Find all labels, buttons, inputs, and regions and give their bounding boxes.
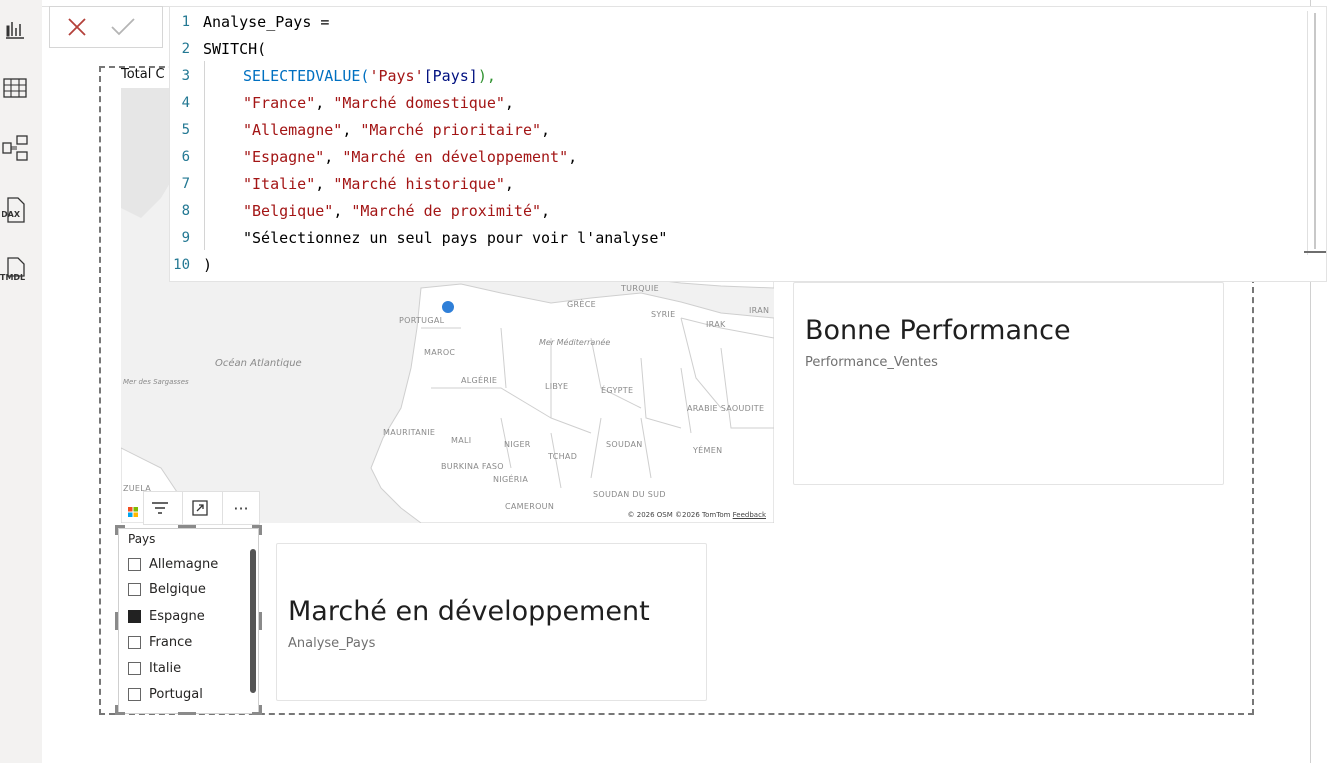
pays-slicer[interactable]: Pays Allemagne Belgique Espagne France I…: [118, 528, 259, 714]
resize-handle[interactable]: [178, 525, 196, 528]
microsoft-logo-icon: [128, 507, 138, 517]
country-label: MAROC: [424, 348, 456, 357]
checkbox[interactable]: [128, 661, 141, 675]
country-label: IRAN: [749, 306, 770, 315]
slicer-item-allemagne[interactable]: Allemagne: [128, 553, 218, 575]
map-bubble-espagne[interactable]: [441, 300, 455, 314]
code-line: 9 "Sélectionnez un seul pays pour voir l…: [181, 229, 668, 247]
country-label: TURQUIE: [621, 284, 659, 293]
country-label: SOUDAN DU SUD: [593, 490, 666, 499]
slicer-item-portugal[interactable]: Portugal: [128, 683, 203, 705]
country-label: MAURITANIE: [383, 428, 436, 437]
resize-handle[interactable]: [259, 612, 262, 630]
view-rail: DAX TMDL: [0, 0, 42, 763]
country-label: YÉMEN: [693, 446, 723, 455]
slicer-title: Pays: [128, 532, 156, 546]
card-performance[interactable]: Bonne Performance Performance_Ventes: [793, 282, 1224, 485]
code-line: 10 ): [173, 256, 213, 274]
country-label: MALI: [451, 436, 472, 445]
commit-formula-button[interactable]: [108, 13, 138, 41]
country-label: SYRIE: [651, 310, 676, 319]
code-line: 8 "Belgique", "Marché de proximité",: [181, 202, 551, 220]
checkbox[interactable]: [128, 557, 141, 571]
country-label: BURKINA FASO: [441, 462, 504, 471]
slicer-scrollbar[interactable]: [250, 549, 256, 693]
ocean-label: Océan Atlantique: [215, 358, 302, 369]
card-value: Bonne Performance: [805, 315, 1071, 346]
feedback-link[interactable]: Feedback: [733, 511, 766, 519]
svg-text:DAX: DAX: [2, 210, 21, 219]
country-label: GRÈCE: [567, 300, 596, 309]
close-icon: [68, 18, 86, 36]
resize-handle[interactable]: [178, 712, 196, 715]
report-view-icon[interactable]: [0, 14, 30, 44]
table-view-icon[interactable]: [0, 73, 30, 103]
country-label: CAMEROUN: [505, 502, 555, 511]
country-label: ALGÉRIE: [461, 376, 498, 385]
resize-handle[interactable]: [115, 525, 118, 535]
mediterranean-label: Mer Méditerranée: [539, 338, 611, 347]
code-line: 5 "Allemagne", "Marché prioritaire",: [181, 121, 551, 139]
slicer-item-france[interactable]: France: [128, 631, 192, 653]
code-line: 2 SWITCH(: [181, 40, 267, 58]
resize-handle[interactable]: [115, 612, 118, 630]
code-line: 6 "Espagne", "Marché en développement",: [181, 148, 578, 166]
checkbox[interactable]: [128, 582, 141, 596]
svg-text:TMDL: TMDL: [0, 273, 25, 282]
resize-handle[interactable]: [259, 525, 262, 535]
card-value: Marché en développement: [288, 596, 650, 627]
slicer-item-belgique[interactable]: Belgique: [128, 578, 206, 600]
country-label: ARABIE SAOUDITE: [687, 404, 765, 413]
dax-query-view-icon[interactable]: DAX: [0, 195, 30, 225]
check-icon: [111, 18, 135, 36]
filter-icon[interactable]: [144, 492, 176, 524]
country-label: PORTUGAL: [399, 316, 445, 325]
slicer-item-espagne[interactable]: Espagne: [128, 605, 205, 627]
more-options-button[interactable]: ···: [225, 492, 257, 524]
slicer-item-italie[interactable]: Italie: [128, 657, 181, 679]
cancel-formula-button[interactable]: [62, 13, 92, 41]
formula-actions: [49, 6, 163, 48]
country-label: NIGER: [504, 440, 531, 449]
card-analyse-pays[interactable]: Marché en développement Analyse_Pays: [276, 543, 707, 701]
code-line: 1 Analyse_Pays =: [181, 13, 330, 31]
resize-handle[interactable]: [259, 705, 262, 715]
editor-resize-grip[interactable]: [1304, 251, 1326, 253]
checkbox[interactable]: [128, 687, 141, 701]
sargasso-label: Mer des Sargasses: [123, 378, 189, 386]
card-caption: Analyse_Pays: [288, 636, 376, 651]
country-label: TCHAD: [548, 452, 578, 461]
code-line: 4 "France", "Marché domestique",: [181, 94, 514, 112]
editor-scrollbar[interactable]: [1307, 11, 1322, 255]
country-label: SOUDAN: [606, 440, 643, 449]
resize-handle[interactable]: [115, 705, 118, 715]
code-line: 3 SELECTEDVALUE('Pays'[Pays]),: [181, 67, 496, 85]
dax-formula-editor[interactable]: 1 Analyse_Pays = 2 SWITCH( 3 SELECTEDVAL…: [169, 6, 1327, 282]
checkbox-checked[interactable]: [128, 609, 141, 623]
map-attribution: © 2026 OSM ©2026 TomTom Feedback: [627, 511, 766, 519]
code-line: 7 "Italie", "Marché historique",: [181, 175, 514, 193]
checkbox[interactable]: [128, 635, 141, 649]
model-view-icon[interactable]: [0, 133, 30, 163]
country-label: IRAK: [706, 320, 726, 329]
country-label: LIBYE: [545, 382, 569, 391]
visual-header: ···: [143, 491, 260, 525]
country-label: ÉGYPTE: [601, 386, 634, 395]
map-title: Total C: [121, 67, 165, 82]
card-caption: Performance_Ventes: [805, 355, 938, 370]
tmdl-view-icon[interactable]: TMDL: [0, 255, 30, 285]
country-label: NIGÉRIA: [493, 475, 529, 484]
focus-mode-icon[interactable]: [184, 492, 216, 524]
